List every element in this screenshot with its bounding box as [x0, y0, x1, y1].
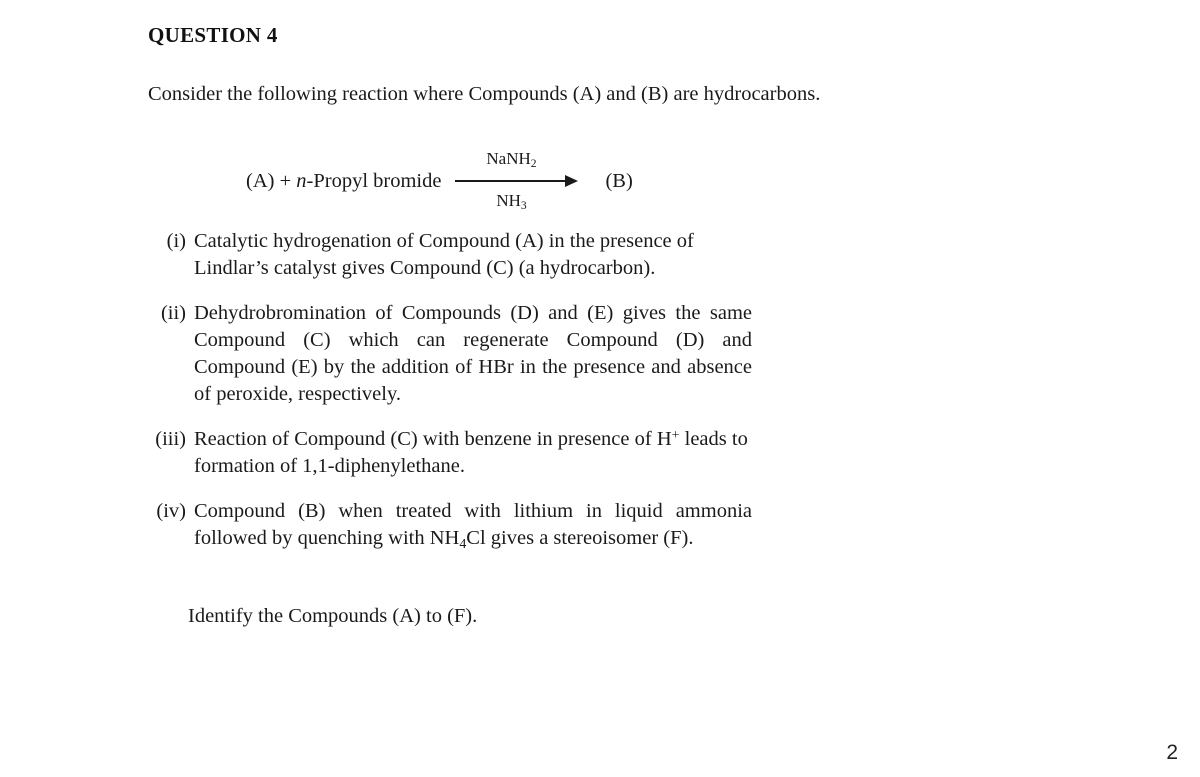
document-page: QUESTION 4 Consider the following reacti… — [0, 0, 1200, 777]
reaction-scheme: (A) + n-Propyl bromide NaNH2 NH3 (B) — [246, 150, 633, 212]
list-item: (iv) Compound (B) when treated with lith… — [148, 498, 752, 554]
reactant-rest: -Propyl bromide — [306, 169, 442, 192]
list-item-text: Reaction of Compound (C) with benzene in… — [194, 426, 752, 480]
reaction-arrow: NaNH2 NH3 — [455, 150, 583, 212]
reactant-italic-n: n — [296, 169, 307, 192]
closing-instruction: Identify the Compounds (A) to (F). — [188, 605, 478, 627]
list-item-marker: (iv) — [156, 500, 186, 523]
reagent-below-subscript: 3 — [520, 199, 527, 213]
list-item-marker: (ii) — [160, 302, 186, 325]
page-title: QUESTION 4 — [148, 23, 278, 47]
intro-paragraph: Consider the following reaction where Co… — [148, 83, 821, 105]
list-item: (i) Catalytic hydrogenation of Compound … — [148, 228, 752, 282]
reagent-below-arrow: NH3 — [455, 192, 567, 212]
arrow-head-icon — [565, 175, 579, 187]
page-number: 2 — [1166, 741, 1178, 764]
reagent-above-arrow: NaNH2 — [455, 150, 567, 170]
reagent-above-subscript: 2 — [530, 157, 537, 171]
list-item: (iii) Reaction of Compound (C) with benz… — [148, 426, 752, 480]
list-item-text-part2: Cl gives a stereoisomer (F). — [466, 527, 694, 550]
list-item-text: Catalytic hydrogenation of Compound (A) … — [194, 230, 694, 280]
hydrogen-ion-superscript: + — [671, 428, 680, 444]
list-item-text: Dehydrobromination of Compounds (D) and … — [194, 302, 752, 406]
conditions-list: (i) Catalytic hydrogenation of Compound … — [148, 228, 752, 573]
reaction-product: (B) — [605, 169, 633, 192]
list-item-marker: (iii) — [155, 428, 186, 451]
list-item: (ii) Dehydrobromination of Compounds (D)… — [148, 300, 752, 408]
reactant-prefix: (A) + — [246, 169, 297, 192]
reaction-reactants: (A) + n-Propyl bromide — [246, 171, 441, 192]
arrow-shaft — [455, 180, 568, 182]
list-item-marker: (i) — [166, 230, 186, 252]
list-item-text-part1: Reaction of Compound (C) with benzene in… — [194, 428, 672, 451]
reagent-above-text: NaNH — [486, 149, 531, 168]
reagent-below-text: NH — [496, 191, 521, 211]
list-item-text: Compound (B) when treated with lithium i… — [194, 498, 752, 554]
